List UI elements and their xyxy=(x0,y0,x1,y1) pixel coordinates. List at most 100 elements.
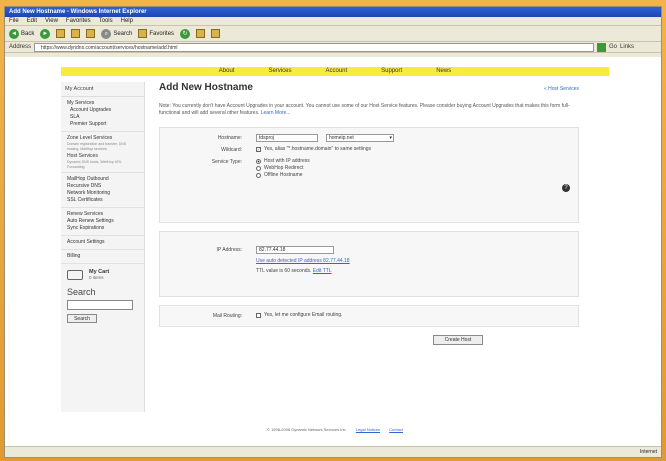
service-type-row: Service Type: Host with IP address WebHo… xyxy=(160,158,578,179)
sidebar-my-services[interactable]: My Services xyxy=(67,100,138,107)
sidebar-item-host-services[interactable]: Host Services xyxy=(67,153,138,160)
nav-services[interactable]: Services xyxy=(268,67,291,76)
ttl-text: TTL value is 60 seconds. xyxy=(256,268,312,274)
browser-toolbar: ◄ Back ► ⌕ Search Favorites ↻ xyxy=(5,26,661,42)
wildcard-text: Yes, alias "*.hostname.domain" to same s… xyxy=(264,146,372,152)
main-content: Add New Hostname « Host Services Note: Y… xyxy=(159,82,579,345)
sidebar: My Account My Services Account Upgrades … xyxy=(61,82,145,412)
forward-button[interactable]: ► xyxy=(40,28,51,39)
search-icon: ⌕ xyxy=(101,28,112,39)
stop-icon[interactable] xyxy=(56,29,66,38)
sidebar-item-billing[interactable]: Billing xyxy=(67,253,138,260)
nav-news[interactable]: News xyxy=(436,67,451,76)
history-icon[interactable]: ↻ xyxy=(180,28,191,39)
go-button[interactable] xyxy=(597,42,607,52)
cart-count: 0 items xyxy=(89,275,104,280)
search-input[interactable] xyxy=(67,300,133,310)
wildcard-row: Wildcard: ✓ Yes, alias "*.hostname.domai… xyxy=(160,146,578,155)
menu-favorites[interactable]: Favorites xyxy=(66,17,91,25)
favorites-button[interactable]: Favorites xyxy=(138,29,174,38)
go-label[interactable]: Go xyxy=(609,44,617,50)
sidebar-item-sla[interactable]: SLA xyxy=(67,114,138,121)
host-services-link[interactable]: « Host Services xyxy=(544,86,579,92)
mail-routing-label: Mail Routing: xyxy=(212,313,242,319)
page-title: Add New Hostname xyxy=(159,82,253,93)
site-container: About Services Account Support News My A… xyxy=(61,57,609,447)
radio-host-ip[interactable] xyxy=(256,159,261,164)
sidebar-item-network-monitoring[interactable]: Network Monitoring xyxy=(67,190,138,197)
browser-window: Add New Hostname - Windows Internet Expl… xyxy=(4,6,662,458)
address-bar: Address https://www.dyndns.com/account/s… xyxy=(5,42,661,53)
top-nav: About Services Account Support News xyxy=(61,67,609,76)
address-label: Address xyxy=(9,44,32,50)
ip-section: IP Address: 82.77.44.18 Use auto detecte… xyxy=(159,231,579,297)
hostname-label: Hostname: xyxy=(217,135,242,141)
help-icon[interactable]: ? xyxy=(562,184,570,192)
mail-row: Mail Routing: Yes, let me configure Emai… xyxy=(160,312,578,321)
add-host-form: Hostname: tdsproj homeip.net Wildcard: ✓… xyxy=(159,127,579,345)
sidebar-group-zone: Zone Level Services Domain registration … xyxy=(61,132,144,173)
page-content: About Services Account Support News My A… xyxy=(5,57,661,447)
nav-support[interactable]: Support xyxy=(381,67,402,76)
print-icon[interactable] xyxy=(211,29,221,38)
sidebar-item-account-settings[interactable]: Account Settings xyxy=(67,239,138,246)
service-type-label: Service Type: xyxy=(211,159,242,165)
hostname-row: Hostname: tdsproj homeip.net xyxy=(160,134,578,143)
learn-more-link[interactable]: Learn More... xyxy=(261,110,291,116)
sidebar-item-recursive-dns[interactable]: Recursive DNS xyxy=(67,183,138,190)
sidebar-group-renew: Renew Services Auto Renew Settings Sync … xyxy=(61,208,144,236)
upgrade-note-text: Note: You currently don't have Account U… xyxy=(159,103,570,116)
menu-file[interactable]: File xyxy=(9,17,19,25)
mail-routing-checkbox[interactable] xyxy=(256,313,261,318)
sidebar-item-mailhop[interactable]: MailHop Outbound xyxy=(67,176,138,183)
mail-section: Mail Routing: Yes, let me configure Emai… xyxy=(159,305,579,327)
menu-edit[interactable]: Edit xyxy=(27,17,37,25)
nav-account[interactable]: Account xyxy=(325,67,347,76)
ip-input[interactable]: 82.77.44.18 xyxy=(256,246,334,254)
links-label[interactable]: Links xyxy=(620,44,634,50)
footer-contact-link[interactable]: Contact xyxy=(389,427,403,432)
back-button[interactable]: ◄ Back xyxy=(9,28,34,39)
sidebar-item-sync[interactable]: Sync Expirations xyxy=(67,225,138,232)
cart-icon xyxy=(67,269,83,280)
mail-icon[interactable] xyxy=(196,29,206,38)
sidebar-item-zone-level[interactable]: Zone Level Services xyxy=(67,135,138,142)
sidebar-billing: Billing xyxy=(61,250,144,264)
edit-ttl-link[interactable]: Edit TTL xyxy=(313,268,332,274)
sidebar-item-ssl[interactable]: SSL Certificates xyxy=(67,197,138,204)
ip-row: IP Address: 82.77.44.18 Use auto detecte… xyxy=(160,246,578,274)
sidebar-item-premier-support[interactable]: Premier Support xyxy=(67,121,138,128)
star-icon xyxy=(138,29,148,38)
back-arrow-icon: ◄ xyxy=(9,28,19,39)
sidebar-my-account[interactable]: My Account xyxy=(61,82,144,97)
search-submit-button[interactable]: Search xyxy=(67,314,97,323)
footer-legal-link[interactable]: Legal Notices xyxy=(356,427,380,432)
sidebar-item-account-upgrades[interactable]: Account Upgrades xyxy=(67,107,138,114)
refresh-icon[interactable] xyxy=(71,29,81,38)
sidebar-host-description: Dynamic DNS hosts, WebHop URL Forwarding xyxy=(67,160,122,169)
sidebar-item-renew[interactable]: Renew Services xyxy=(67,211,138,218)
menu-help[interactable]: Help xyxy=(121,17,133,25)
footer-copyright: © 1998-2008 Dynamic Network Services Inc… xyxy=(267,427,347,432)
menu-view[interactable]: View xyxy=(45,17,58,25)
domain-select[interactable]: homeip.net xyxy=(326,134,394,142)
nav-about[interactable]: About xyxy=(219,67,235,76)
radio-webhop[interactable] xyxy=(256,166,261,171)
sidebar-item-auto-renew[interactable]: Auto Renew Settings xyxy=(67,218,138,225)
sidebar-group-other: MailHop Outbound Recursive DNS Network M… xyxy=(61,173,144,208)
search-button[interactable]: ⌕ Search xyxy=(101,28,132,39)
cart[interactable]: My Cart 0 items xyxy=(61,264,144,285)
sidebar-account-settings: Account Settings xyxy=(61,236,144,250)
create-host-button[interactable]: Create Host xyxy=(433,335,483,345)
status-bar: Internet xyxy=(5,446,661,457)
footer: © 1998-2008 Dynamic Network Services Inc… xyxy=(61,427,609,432)
hostname-input[interactable]: tdsproj xyxy=(256,134,318,142)
auto-detected-ip-link[interactable]: Use auto detected IP address 82.77.44.18 xyxy=(256,258,350,264)
home-icon[interactable] xyxy=(86,29,96,38)
address-input[interactable]: https://www.dyndns.com/account/services/… xyxy=(34,42,595,52)
wildcard-checkbox[interactable]: ✓ xyxy=(256,147,261,152)
upgrade-note: Note: You currently don't have Account U… xyxy=(159,103,579,117)
menu-tools[interactable]: Tools xyxy=(99,17,113,25)
radio-offline[interactable] xyxy=(256,173,261,178)
ip-label: IP Address: xyxy=(216,247,242,253)
